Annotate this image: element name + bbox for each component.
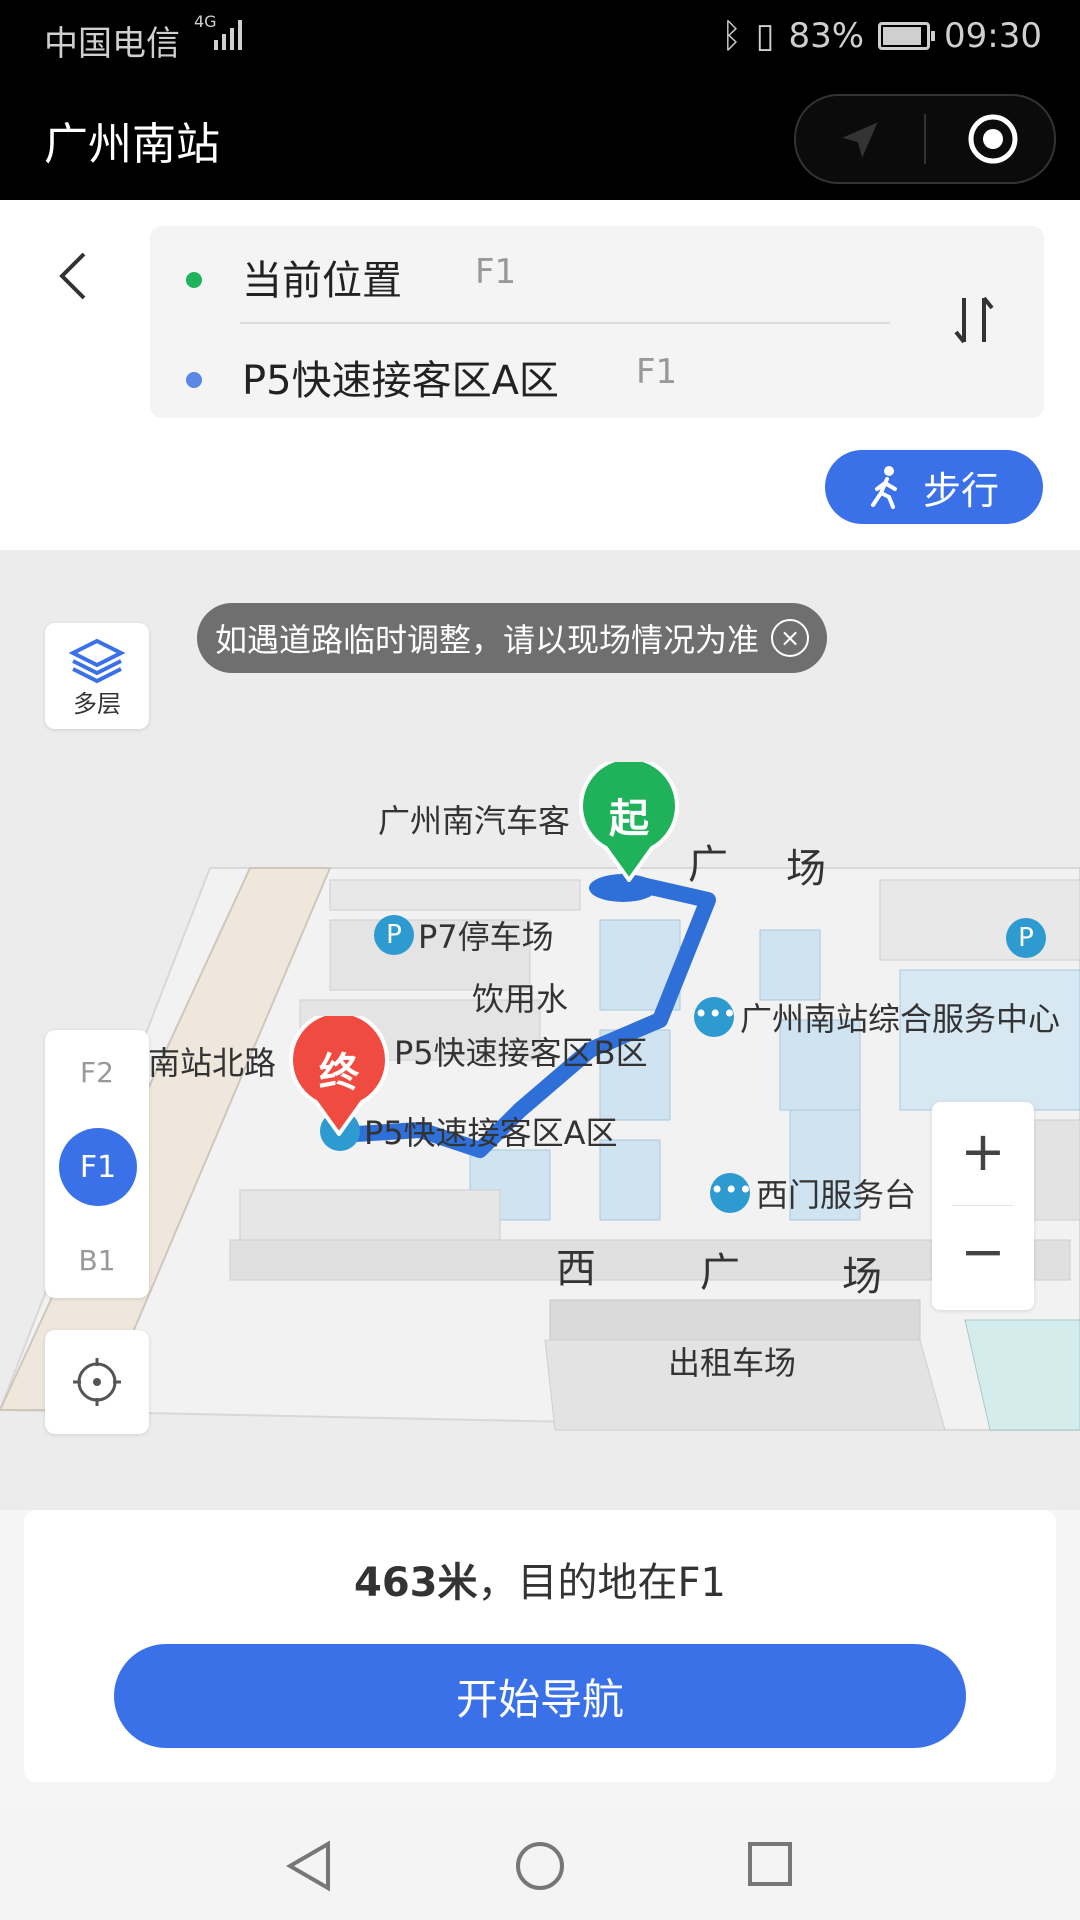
signal-icon	[214, 20, 242, 50]
map-poi-p7[interactable]: P P7停车场	[374, 912, 554, 958]
map-label-water: 饮用水	[472, 980, 569, 1018]
map-label-west-2: 广	[700, 1250, 740, 1296]
crosshair-icon	[73, 1358, 121, 1406]
home-circle-icon[interactable]	[514, 1840, 566, 1892]
map-label-plaza-top: 广	[688, 842, 728, 888]
close-notice-icon[interactable]: ×	[771, 619, 810, 657]
route-summary-card: 463米，目的地在F1 开始导航	[24, 1510, 1056, 1782]
origin-input[interactable]: 当前位置	[242, 248, 402, 306]
map-label-p7: P7停车场	[418, 918, 554, 956]
road-notice: 如遇道路临时调整，请以现场情况为准 ×	[197, 603, 828, 673]
battery-icon	[878, 22, 936, 50]
locate-button[interactable]	[45, 1330, 149, 1434]
title-bar: 广州南站	[0, 76, 1080, 200]
back-triangle-icon[interactable]	[284, 1840, 334, 1892]
bluetooth-icon: ᛒ	[721, 16, 742, 56]
route-summary: 463米，目的地在F1	[24, 1550, 1056, 1608]
destination-floor: F1	[636, 352, 678, 392]
destination-input[interactable]: P5快速接客区A区	[242, 348, 559, 406]
layers-icon	[68, 638, 126, 684]
start-navigation-button[interactable]: 开始导航	[114, 1644, 966, 1748]
walk-mode-button[interactable]: 步行	[825, 450, 1043, 524]
walking-person-icon	[870, 466, 897, 509]
system-nav-bar	[0, 1808, 1080, 1920]
map-label-p5a: P5快速接客区A区	[364, 1114, 618, 1152]
map-label-plaza-top-2: 场	[786, 846, 826, 892]
more-dots-icon: •••	[710, 1173, 752, 1213]
start-marker-label: 起	[609, 796, 649, 842]
map-label-west-service: 西门服务台	[756, 1176, 917, 1214]
mini-program-capsule	[794, 94, 1056, 184]
route-box: 当前位置 F1 P5快速接客区A区 F1	[150, 226, 1044, 418]
start-marker: 起	[578, 755, 680, 884]
map-label-west-1: 西	[556, 1246, 596, 1292]
location-arrow-icon[interactable]	[838, 118, 882, 162]
indoor-map[interactable]: 广州南汽车客 广 场 P P7停车场 饮用水 ••• 广州南站综合服务中心 P …	[0, 550, 1080, 1510]
floor-f1-active[interactable]: F1	[59, 1128, 137, 1206]
more-dots-icon: •••	[694, 997, 736, 1037]
end-marker-label: 终	[319, 1050, 359, 1096]
swap-route-icon[interactable]	[950, 292, 998, 348]
floor-f2[interactable]: F2	[45, 1056, 149, 1089]
parking-icon: P	[1006, 918, 1046, 958]
map-label-bus-station: 广州南汽车客	[378, 802, 571, 840]
back-arrow-icon[interactable]	[48, 248, 104, 304]
map-label-service-center: 广州南站综合服务中心	[740, 1000, 1061, 1038]
route-destination-floor: ，目的地在F1	[477, 1560, 726, 1606]
end-marker: 终	[288, 1009, 390, 1138]
map-poi-service-center[interactable]: ••• 广州南站综合服务中心	[694, 994, 1060, 1040]
close-miniprogram-icon[interactable]	[966, 112, 1020, 166]
road-notice-text: 如遇道路临时调整，请以现场情况为准	[215, 621, 760, 659]
floor-switcher: F2 F1 B1	[45, 1030, 149, 1298]
route-divider	[240, 322, 890, 324]
zoom-out-button[interactable]: −	[932, 1220, 1034, 1283]
origin-dot	[186, 272, 202, 288]
zoom-divider	[952, 1205, 1014, 1206]
walk-mode-label: 步行	[922, 468, 999, 513]
map-poi-west-service[interactable]: ••• 西门服务台	[710, 1170, 916, 1216]
capsule-divider	[924, 114, 926, 164]
route-distance: 463米	[354, 1560, 478, 1606]
destination-dot	[186, 372, 202, 388]
status-bar: 中国电信 4G ᛒ ▯ 83% 09:30	[0, 0, 1080, 76]
floor-b1[interactable]: B1	[45, 1244, 149, 1277]
map-label-west-3: 场	[842, 1254, 882, 1300]
map-label-north-road: 南站北路	[148, 1044, 277, 1082]
zoom-in-button[interactable]: +	[932, 1120, 1034, 1183]
battery-percent: 83%	[788, 16, 865, 56]
multi-layer-label: 多层	[73, 690, 121, 718]
parking-icon: P	[374, 915, 414, 955]
carrier-name: 中国电信	[44, 24, 180, 64]
page-title: 广州南站	[44, 119, 220, 170]
multi-layer-button[interactable]: 多层	[45, 623, 149, 729]
map-label-p5b: P5快速接客区B区	[394, 1034, 648, 1072]
origin-floor: F1	[475, 252, 517, 292]
zoom-control: + −	[932, 1102, 1034, 1310]
map-label-taxi: 出租车场	[668, 1344, 797, 1382]
map-poi-parking-edge[interactable]: P	[1006, 918, 1046, 958]
recent-apps-icon[interactable]	[746, 1840, 794, 1888]
vibrate-icon: ▯	[755, 16, 775, 56]
clock: 09:30	[944, 16, 1042, 56]
